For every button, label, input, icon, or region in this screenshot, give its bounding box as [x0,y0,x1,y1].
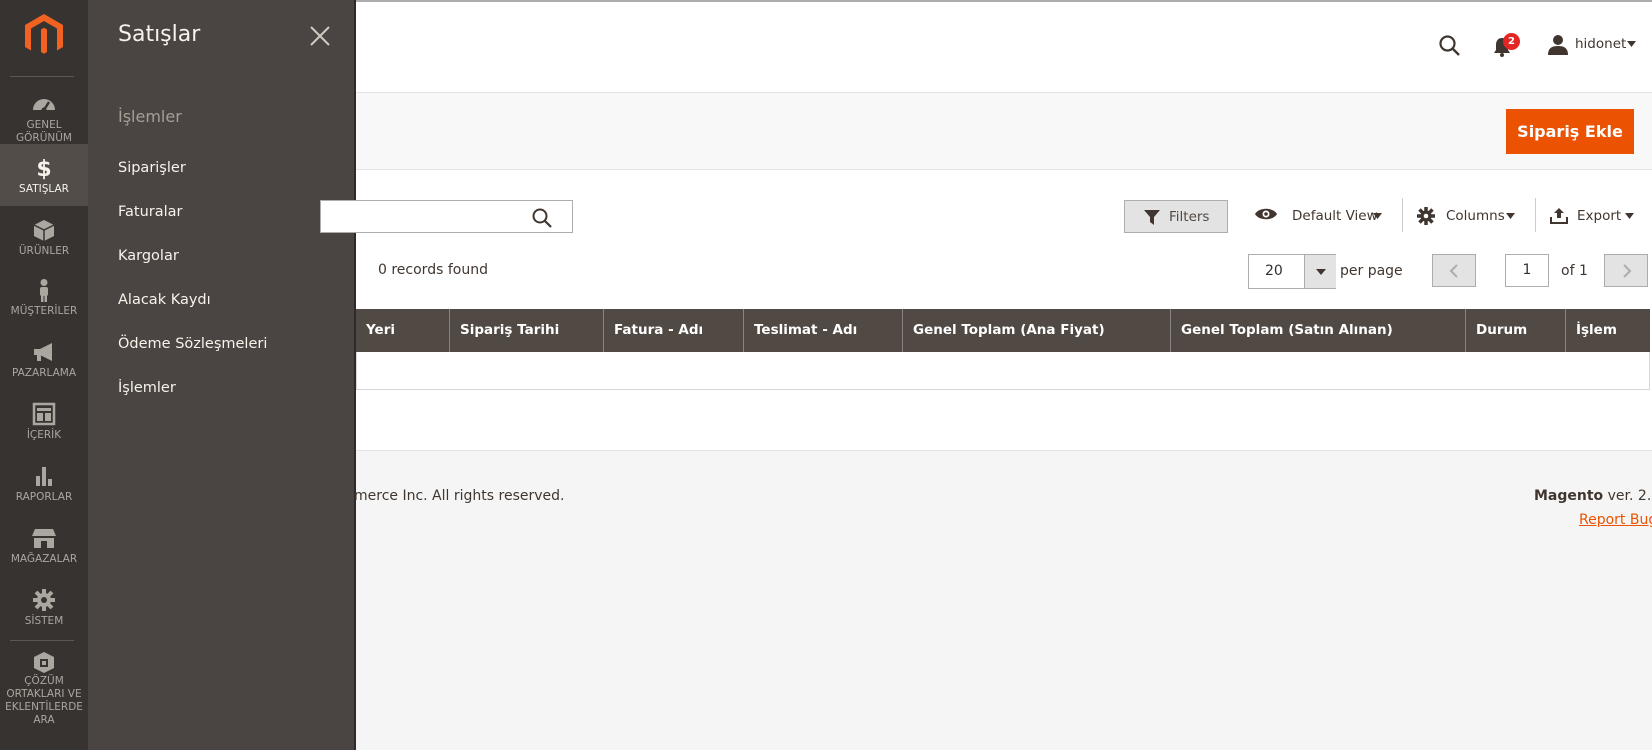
per-page-toggle[interactable] [1304,255,1336,288]
filters-label: Filters [1169,209,1210,225]
layout-icon [32,402,56,426]
gear-icon [33,589,55,611]
chevron-left-icon [1449,264,1458,278]
column-header-bill-to-name[interactable]: Fatura - Adı [603,309,743,352]
submenu-link-invoices[interactable]: Faturalar [118,204,183,220]
sales-submenu: Satışlar İşlemler Siparişler Faturalar K… [88,0,356,750]
add-order-button[interactable]: Sipariş Ekle [1506,109,1634,154]
per-page-label: per page [1340,263,1403,279]
column-header-ship-to-name[interactable]: Teslimat - Adı [743,309,902,352]
nav-divider [10,640,74,641]
nav-label: SİSTEM [24,615,64,627]
submenu-link-credit-memos[interactable]: Alacak Kaydı [118,292,211,308]
total-pages: of 1 [1561,263,1588,279]
nav-label: MÜŞTERİLER [10,305,78,317]
toolbar-divider [1402,198,1403,232]
chevron-right-icon [1623,264,1632,278]
records-count: 0 records found [378,262,488,278]
nav-label: ORTAKLARI VE [6,688,82,700]
close-icon[interactable] [306,22,334,50]
chevron-down-icon [1316,269,1326,275]
nav-label: İÇERİK [26,429,62,441]
nav-divider [10,76,74,77]
columns-selector[interactable]: Columns [1446,208,1505,224]
column-header-purchase-point[interactable]: Yeri [356,309,449,352]
copyright-text: merce Inc. All rights reserved. [354,488,565,504]
column-header-status[interactable]: Durum [1465,309,1565,352]
chevron-down-icon[interactable] [1506,213,1515,219]
nav-label: ÇÖZÜM [24,675,64,687]
extensions-icon [34,652,54,673]
chevron-down-icon[interactable] [1627,41,1636,47]
page-actions-bar [356,92,1652,170]
export-icon[interactable] [1550,207,1568,224]
report-bug-link[interactable]: Report Bug [1579,512,1652,528]
submenu-link-transactions[interactable]: İşlemler [118,380,176,396]
chevron-down-icon[interactable] [1625,213,1634,219]
next-page-button[interactable] [1604,254,1648,287]
column-header-purchase-date[interactable]: Sipariş Tarihi [449,309,603,352]
nav-label: ARA [33,714,55,726]
version-number: ver. 2.0. [1607,488,1652,504]
notification-count-badge: 2 [1503,33,1520,50]
nav-label: RAPORLAR [15,491,73,503]
bar-chart-icon [36,467,52,486]
column-header-grand-total-purchased[interactable]: Genel Toplam (Satın Alınan) [1170,309,1465,352]
brand-name: Magento [1534,488,1604,504]
user-account-name[interactable]: hidonet [1575,36,1626,52]
orders-grid-header: Yeri Sipariş Tarihi Fatura - Adı Teslima… [356,309,1650,352]
chevron-down-icon[interactable] [1373,213,1382,219]
nav-label: ÜRÜNLER [18,245,70,257]
nav-label: PAZARLAMA [11,367,77,379]
store-icon [32,529,56,548]
nav-item-dashboard[interactable]: GENEL GÖRÜNÜM [0,86,88,144]
eye-icon[interactable] [1254,206,1278,222]
filters-button[interactable]: Filters [1124,200,1228,233]
top-border [356,0,1652,2]
toolbar-divider [1535,198,1536,232]
svg-text:$: $ [36,157,51,180]
nav-label: GENEL [26,119,62,131]
nav-label: SATIŞLAR [19,183,69,195]
version-text: Magento ver. 2.0. [1534,488,1652,504]
nav-item-sales[interactable]: $ SATIŞLAR [0,144,88,206]
nav-item-content[interactable]: İÇERİK [0,402,88,452]
submenu-section-title: İşlemler [118,107,182,126]
person-icon [40,279,48,302]
dashboard-icon [33,99,55,113]
per-page-select[interactable]: 20 [1248,254,1336,289]
nav-item-reports[interactable]: RAPORLAR [0,464,88,514]
nav-item-customers[interactable]: MÜŞTERİLER [0,278,88,328]
column-header-action[interactable]: İşlem [1565,309,1650,352]
nav-item-products[interactable]: ÜRÜNLER [0,218,88,268]
box-icon [33,220,55,241]
export-selector[interactable]: Export [1577,208,1621,224]
view-selector[interactable]: Default View [1292,208,1378,224]
previous-page-button[interactable] [1432,254,1476,287]
megaphone-icon [34,343,52,361]
user-icon[interactable] [1547,34,1569,56]
search-icon[interactable] [531,207,553,229]
magento-logo[interactable] [22,12,66,58]
submenu-link-shipments[interactable]: Kargolar [118,248,179,264]
submenu-link-billing-agreements[interactable]: Ödeme Sözleşmeleri [118,336,267,352]
nav-item-marketing[interactable]: PAZARLAMA [0,340,88,390]
nav-label: EKLENTİLERDE [5,701,83,713]
filter-icon [1144,210,1160,225]
orders-grid-empty-row [356,352,1650,390]
nav-item-system[interactable]: SİSTEM [0,588,88,638]
nav-label: MAĞAZALAR [10,553,78,565]
dollar-icon: $ [36,157,51,180]
column-header-grand-total-base[interactable]: Genel Toplam (Ana Fiyat) [902,309,1170,352]
current-page-input[interactable]: 1 [1505,254,1549,287]
keyword-search-input[interactable] [320,200,573,233]
per-page-value: 20 [1265,263,1283,279]
nav-item-extensions[interactable]: ÇÖZÜM ORTAKLARI VE EKLENTİLERDE ARA [0,650,88,734]
search-icon[interactable] [1438,34,1462,58]
gear-icon[interactable] [1416,206,1436,226]
submenu-link-orders[interactable]: Siparişler [118,160,186,176]
nav-item-stores[interactable]: MAĞAZALAR [0,526,88,576]
admin-menu: GENEL GÖRÜNÜM $ SATIŞLAR ÜRÜNLER MÜŞTERİ… [0,0,88,750]
submenu-title: Satışlar [118,22,201,47]
